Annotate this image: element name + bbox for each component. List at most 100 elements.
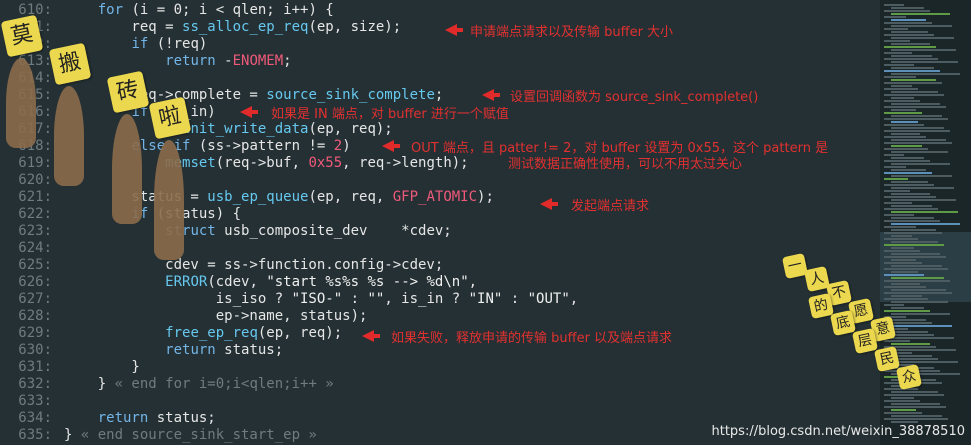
minimap-line bbox=[891, 241, 938, 243]
minimap-line bbox=[891, 391, 938, 393]
cartoon-figure bbox=[6, 58, 36, 148]
minimap-line bbox=[884, 76, 916, 78]
annotation-text: 测试数据正确性使用，可以不用太过关心 bbox=[508, 157, 743, 172]
code-line[interactable]: 613: return -ENOMEM; bbox=[0, 53, 880, 70]
minimap-line bbox=[884, 10, 930, 12]
minimap-line bbox=[884, 268, 948, 270]
code-line[interactable]: 610: for (i = 0; i < qlen; i++) { bbox=[0, 2, 880, 19]
annotation-text: 如果失败，释放申请的传输 buffer 以及端点请求 bbox=[391, 331, 673, 346]
minimap-line bbox=[884, 118, 948, 120]
code-text: struct usb_composite_dev *cdev; bbox=[165, 223, 452, 239]
minimap-line bbox=[891, 121, 918, 123]
code-text: else if (ss->pattern != 2) bbox=[131, 138, 351, 154]
minimap-line bbox=[884, 394, 944, 396]
code-text: return -ENOMEM; bbox=[165, 53, 292, 69]
minimap-line bbox=[891, 37, 954, 39]
annotation-text: 申请端点请求以及传输 buffer 大小 bbox=[470, 25, 674, 40]
minimap-line bbox=[884, 196, 936, 198]
minimap-line bbox=[884, 274, 924, 276]
minimap-line bbox=[891, 319, 926, 321]
line-number: 626: bbox=[18, 274, 52, 290]
minimap-line bbox=[891, 127, 944, 129]
code-line[interactable]: 623: struct usb_composite_dev *cdev; bbox=[0, 223, 880, 240]
minimap-line bbox=[891, 67, 934, 69]
minimap-line bbox=[891, 289, 946, 291]
code-line[interactable]: 627: is_iso ? "ISO-" : "", is_in ? "IN" … bbox=[0, 291, 880, 308]
annotation-text: 如果是 IN 端点，对 buffer 进行一个赋值 bbox=[271, 107, 509, 122]
annotation-text: 设置回调函数为 source_sink_complete() bbox=[510, 90, 759, 105]
minimap-line bbox=[891, 133, 920, 135]
code-line[interactable]: 631: } bbox=[0, 359, 880, 376]
minimap-line bbox=[884, 40, 910, 42]
minimap-line bbox=[891, 361, 958, 363]
sticker-sign: 砖 bbox=[106, 70, 150, 114]
minimap-line bbox=[891, 175, 952, 177]
sticker-sign: 民 bbox=[873, 345, 901, 373]
minimap-line bbox=[891, 265, 942, 267]
code-line[interactable]: 626: ERROR(cdev, "start %s%s %s --> %d\n… bbox=[0, 274, 880, 291]
minimap-line bbox=[891, 397, 914, 399]
code-text: free_ep_req(ep, req); bbox=[165, 325, 343, 341]
minimap-line bbox=[891, 349, 956, 351]
line-number: 624: bbox=[18, 240, 52, 256]
minimap-line bbox=[884, 82, 942, 84]
code-line[interactable]: 633: bbox=[0, 393, 880, 410]
minimap-line bbox=[884, 166, 906, 168]
minimap-line bbox=[891, 277, 944, 279]
minimap-line bbox=[891, 85, 912, 87]
minimap-line bbox=[891, 19, 926, 21]
minimap-line bbox=[891, 211, 958, 213]
minimap-line bbox=[891, 13, 950, 15]
minimap-line bbox=[884, 202, 912, 204]
minimap-line bbox=[891, 343, 930, 345]
minimap-line bbox=[891, 235, 912, 237]
minimap-line bbox=[884, 214, 914, 216]
code-line[interactable]: 628: ep->name, status); bbox=[0, 308, 880, 325]
minimap-line bbox=[891, 7, 924, 9]
code-line[interactable]: 625: cdev = ss->function.config->cdev; bbox=[0, 257, 880, 274]
minimap-line bbox=[884, 286, 926, 288]
minimap-line bbox=[884, 244, 944, 246]
minimap-line bbox=[884, 154, 904, 156]
minimap-line bbox=[884, 28, 908, 30]
minimap-line bbox=[891, 223, 960, 225]
minimap-line bbox=[891, 169, 926, 171]
minimap-line bbox=[891, 181, 928, 183]
minimap-line bbox=[884, 130, 950, 132]
minimap-line bbox=[884, 280, 950, 282]
line-number: 627: bbox=[18, 291, 52, 307]
minimap-line bbox=[884, 178, 908, 180]
code-line[interactable]: 624: bbox=[0, 240, 880, 257]
minimap-line bbox=[884, 400, 920, 402]
minimap-line bbox=[891, 193, 930, 195]
code-text: if (status) { bbox=[131, 206, 242, 222]
code-text: cdev = ss->function.config->cdev; bbox=[64, 257, 444, 273]
line-number: 632: bbox=[18, 376, 52, 392]
minimap-line bbox=[891, 187, 954, 189]
arrow-left-icon bbox=[382, 140, 400, 152]
minimap-line bbox=[884, 184, 934, 186]
minimap-line bbox=[884, 52, 912, 54]
minimap-line bbox=[891, 163, 950, 165]
cartoon-figure bbox=[154, 140, 184, 260]
minimap-line bbox=[884, 292, 952, 294]
code-text: ERROR(cdev, "start %s%s %s --> %d\n", bbox=[165, 274, 478, 290]
minimap-line bbox=[891, 217, 934, 219]
code-line[interactable]: 612: if (!req) bbox=[0, 36, 880, 53]
code-text: return status; bbox=[165, 342, 284, 358]
minimap-line bbox=[891, 205, 932, 207]
minimap-line bbox=[884, 4, 904, 6]
code-line[interactable]: 611: req = ss_alloc_ep_req(ep, size); bbox=[0, 19, 880, 36]
minimap[interactable] bbox=[880, 0, 971, 445]
line-number: 634: bbox=[18, 410, 52, 426]
code-line[interactable]: 632: } « end for i=0;i<qlen;i++ » bbox=[0, 376, 880, 393]
line-number: 620: bbox=[18, 172, 52, 188]
minimap-line bbox=[884, 232, 942, 234]
minimap-line bbox=[891, 199, 956, 201]
minimap-line bbox=[884, 46, 936, 48]
minimap-line bbox=[891, 295, 922, 297]
code-text: } bbox=[64, 359, 140, 375]
minimap-line bbox=[884, 142, 952, 144]
arrow-left-icon bbox=[445, 24, 463, 36]
minimap-line bbox=[884, 34, 934, 36]
